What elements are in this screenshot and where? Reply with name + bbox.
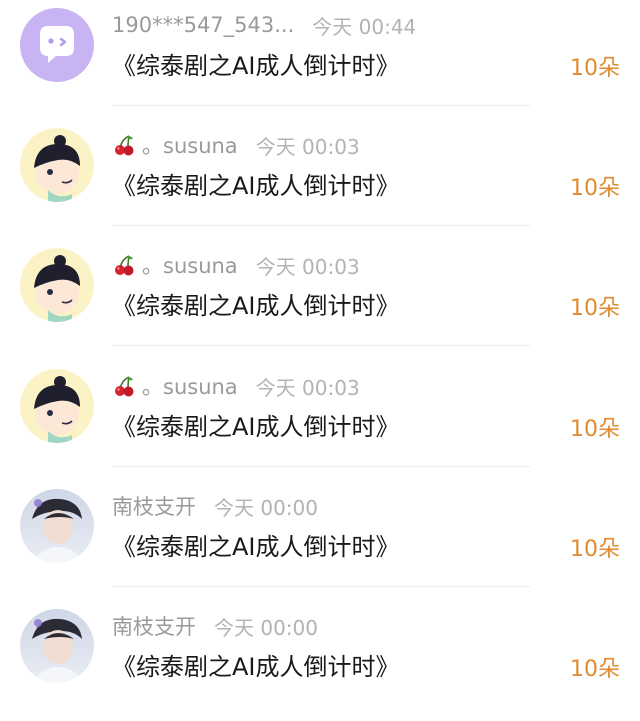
username[interactable]: 。susuna — [142, 130, 238, 160]
gift-count: 10朵 — [570, 657, 620, 682]
divider — [112, 105, 530, 106]
cherry-icon — [112, 374, 136, 398]
comment-title[interactable]: 《综泰剧之AI成人倒计时》 — [112, 166, 400, 201]
gift-count: 10朵 — [570, 176, 620, 201]
comment-meta: 。susuna 今天 00:03 — [112, 130, 360, 160]
list-item[interactable]: 。susuna 今天 00:03 《综泰剧之AI成人倒计时》 10朵 — [0, 120, 640, 240]
comment-meta: 。susuna 今天 00:03 — [112, 250, 360, 280]
photo-person-avatar-icon — [20, 489, 94, 563]
comment-list: 190***547_543... 今天 00:44 《综泰剧之AI成人倒计时》 … — [0, 0, 640, 701]
username[interactable]: 190***547_543... — [112, 13, 294, 37]
timestamp: 今天 00:00 — [214, 495, 318, 520]
comment-meta: 。susuna 今天 00:03 — [112, 371, 360, 401]
list-item[interactable]: 190***547_543... 今天 00:44 《综泰剧之AI成人倒计时》 … — [0, 0, 640, 120]
comment-title[interactable]: 《综泰剧之AI成人倒计时》 — [112, 407, 400, 442]
photo-person-avatar-icon — [20, 609, 94, 683]
gift-count: 10朵 — [570, 56, 620, 81]
comment-meta: 南枝支开 今天 00:00 — [112, 491, 318, 521]
comment-title[interactable]: 《综泰剧之AI成人倒计时》 — [112, 286, 400, 321]
divider — [112, 586, 530, 587]
avatar[interactable] — [20, 369, 94, 443]
comment-meta: 南枝支开 今天 00:00 — [112, 611, 318, 641]
gift-count: 10朵 — [570, 417, 620, 442]
gift-count: 10朵 — [570, 296, 620, 321]
cherry-icon — [112, 133, 136, 157]
avatar[interactable] — [20, 8, 94, 82]
list-item[interactable]: 南枝支开 今天 00:00 《综泰剧之AI成人倒计时》 10朵 — [0, 481, 640, 601]
gift-count: 10朵 — [570, 537, 620, 562]
timestamp: 今天 00:03 — [255, 134, 360, 159]
divider — [112, 225, 530, 226]
cartoon-boy-avatar-icon — [20, 369, 94, 443]
username[interactable]: 南枝支开 — [112, 611, 196, 641]
list-item[interactable]: 南枝支开 今天 00:00 《综泰剧之AI成人倒计时》 10朵 — [0, 601, 640, 721]
username[interactable]: 。susuna — [142, 250, 238, 280]
cherry-icon — [112, 253, 136, 277]
timestamp: 今天 00:44 — [312, 14, 417, 39]
comment-title[interactable]: 《综泰剧之AI成人倒计时》 — [112, 46, 400, 81]
username[interactable]: 。susuna — [142, 371, 238, 401]
list-item[interactable]: 。susuna 今天 00:03 《综泰剧之AI成人倒计时》 10朵 — [0, 361, 640, 481]
list-item[interactable]: 。susuna 今天 00:03 《综泰剧之AI成人倒计时》 10朵 — [0, 240, 640, 360]
cartoon-boy-avatar-icon — [20, 248, 94, 322]
avatar[interactable] — [20, 609, 94, 683]
avatar[interactable] — [20, 128, 94, 202]
timestamp: 今天 00:03 — [255, 254, 360, 279]
comment-meta: 190***547_543... 今天 00:44 — [112, 10, 416, 40]
speech-bubble-avatar-icon — [20, 8, 94, 82]
divider — [112, 345, 530, 346]
avatar[interactable] — [20, 248, 94, 322]
username[interactable]: 南枝支开 — [112, 491, 196, 521]
comment-title[interactable]: 《综泰剧之AI成人倒计时》 — [112, 527, 400, 562]
divider — [112, 466, 530, 467]
cartoon-boy-avatar-icon — [20, 128, 94, 202]
comment-title[interactable]: 《综泰剧之AI成人倒计时》 — [112, 647, 400, 682]
timestamp: 今天 00:00 — [214, 615, 318, 640]
avatar[interactable] — [20, 489, 94, 563]
timestamp: 今天 00:03 — [255, 375, 360, 400]
